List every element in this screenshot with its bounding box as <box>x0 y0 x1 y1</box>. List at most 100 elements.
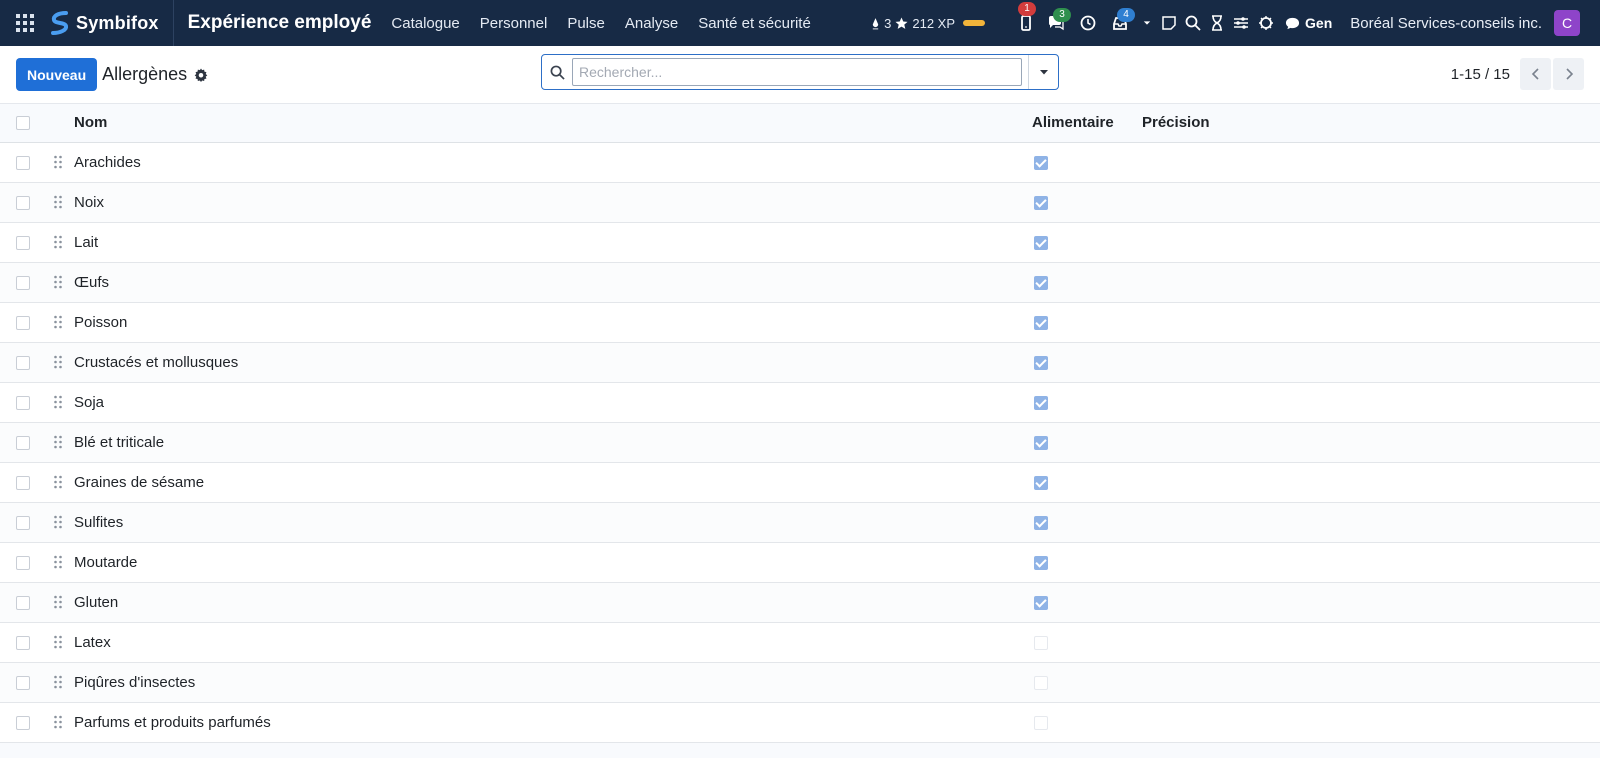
row-name[interactable]: Poisson <box>74 302 1032 342</box>
table-row[interactable]: Arachides <box>0 142 1600 182</box>
table-row[interactable]: Piqûres d'insectes <box>0 662 1600 702</box>
table-row[interactable]: Soja <box>0 382 1600 422</box>
row-precision[interactable] <box>1142 182 1600 222</box>
table-row[interactable]: Moutarde <box>0 542 1600 582</box>
dropdown-systray[interactable] <box>1137 0 1157 46</box>
row-name[interactable]: Moutarde <box>74 542 1032 582</box>
menu-item-analyse[interactable]: Analyse <box>625 15 678 32</box>
row-name[interactable]: Piqûres d'insectes <box>74 662 1032 702</box>
gamification-status[interactable]: 3 212 XP <box>871 16 986 31</box>
row-name[interactable]: Œufs <box>74 262 1032 302</box>
pager-previous-button[interactable] <box>1520 58 1551 90</box>
brand[interactable]: Symbifox <box>50 0 174 46</box>
gear-icon[interactable] <box>194 67 208 82</box>
row-precision[interactable] <box>1142 622 1600 662</box>
row-precision[interactable] <box>1142 502 1600 542</box>
row-select-checkbox[interactable] <box>16 155 30 170</box>
row-name[interactable]: Blé et triticale <box>74 422 1032 462</box>
row-precision[interactable] <box>1142 422 1600 462</box>
row-select-checkbox[interactable] <box>16 635 30 650</box>
table-row[interactable]: Graines de sésame <box>0 462 1600 502</box>
drag-handle-icon[interactable] <box>46 582 74 622</box>
menu-item-personnel[interactable]: Personnel <box>480 15 548 32</box>
row-name[interactable]: Arachides <box>74 142 1032 182</box>
drag-handle-icon[interactable] <box>46 382 74 422</box>
column-header-precision[interactable]: Précision <box>1142 104 1600 142</box>
menu-item-pulse[interactable]: Pulse <box>567 15 605 32</box>
table-row[interactable]: Poisson <box>0 302 1600 342</box>
row-precision[interactable] <box>1142 702 1600 742</box>
row-name[interactable]: Lait <box>74 222 1032 262</box>
chat-systray[interactable]: 3 <box>1039 0 1073 46</box>
gen-ai-button[interactable]: Gen <box>1285 15 1332 31</box>
row-precision[interactable] <box>1142 342 1600 382</box>
drag-handle-icon[interactable] <box>46 302 74 342</box>
row-select-checkbox[interactable] <box>16 355 30 370</box>
table-row[interactable]: Noix <box>0 182 1600 222</box>
search-input[interactable] <box>572 58 1022 86</box>
row-select-checkbox[interactable] <box>16 315 30 330</box>
timer-systray[interactable] <box>1205 0 1229 46</box>
drag-handle-icon[interactable] <box>46 662 74 702</box>
row-select-checkbox[interactable] <box>16 595 30 610</box>
table-row[interactable]: Crustacés et mollusques <box>0 342 1600 382</box>
inbox-systray[interactable]: 4 <box>1103 0 1137 46</box>
row-precision[interactable] <box>1142 542 1600 582</box>
table-row[interactable]: Blé et triticale <box>0 422 1600 462</box>
user-avatar[interactable]: C <box>1554 10 1580 36</box>
drag-handle-icon[interactable] <box>46 462 74 502</box>
drag-handle-icon[interactable] <box>46 182 74 222</box>
table-row[interactable]: Sulfites <box>0 502 1600 542</box>
drag-handle-icon[interactable] <box>46 422 74 462</box>
drag-handle-icon[interactable] <box>46 262 74 302</box>
table-row[interactable]: Gluten <box>0 582 1600 622</box>
company-switcher[interactable]: Boréal Services-conseils inc. <box>1350 15 1542 32</box>
drag-handle-icon[interactable] <box>46 622 74 662</box>
apps-menu-icon[interactable] <box>0 0 50 46</box>
note-systray[interactable] <box>1157 0 1181 46</box>
search-options-toggle[interactable] <box>1028 55 1058 89</box>
table-row[interactable]: Parfums et produits parfumés <box>0 702 1600 742</box>
drag-handle-icon[interactable] <box>46 222 74 262</box>
row-precision[interactable] <box>1142 582 1600 622</box>
row-name[interactable]: Parfums et produits parfumés <box>74 702 1032 742</box>
pager-value[interactable]: 1-15 / 15 <box>1451 66 1510 83</box>
row-select-checkbox[interactable] <box>16 435 30 450</box>
row-select-checkbox[interactable] <box>16 195 30 210</box>
row-precision[interactable] <box>1142 662 1600 702</box>
row-precision[interactable] <box>1142 262 1600 302</box>
row-name[interactable]: Graines de sésame <box>74 462 1032 502</box>
row-precision[interactable] <box>1142 302 1600 342</box>
row-precision[interactable] <box>1142 142 1600 182</box>
row-name[interactable]: Latex <box>74 622 1032 662</box>
menu-item-sante-securite[interactable]: Santé et sécurité <box>698 15 811 32</box>
new-button[interactable]: Nouveau <box>16 58 98 91</box>
phone-systray[interactable]: 1 <box>1013 0 1039 46</box>
app-title[interactable]: Expérience employé <box>174 12 392 34</box>
row-name[interactable]: Noix <box>74 182 1032 222</box>
column-header-name[interactable]: Nom <box>74 104 1032 142</box>
table-row[interactable]: Lait <box>0 222 1600 262</box>
drag-handle-icon[interactable] <box>46 502 74 542</box>
row-select-checkbox[interactable] <box>16 675 30 690</box>
row-select-checkbox[interactable] <box>16 395 30 410</box>
row-select-checkbox[interactable] <box>16 515 30 530</box>
row-precision[interactable] <box>1142 222 1600 262</box>
table-row[interactable]: Latex <box>0 622 1600 662</box>
row-precision[interactable] <box>1142 382 1600 422</box>
table-row[interactable]: Œufs <box>0 262 1600 302</box>
search-systray[interactable] <box>1181 0 1205 46</box>
drag-handle-icon[interactable] <box>46 142 74 182</box>
row-name[interactable]: Crustacés et mollusques <box>74 342 1032 382</box>
row-precision[interactable] <box>1142 462 1600 502</box>
row-name[interactable]: Gluten <box>74 582 1032 622</box>
bug-systray[interactable] <box>1253 0 1279 46</box>
row-select-checkbox[interactable] <box>16 555 30 570</box>
settings-sliders-systray[interactable] <box>1229 0 1253 46</box>
drag-handle-icon[interactable] <box>46 342 74 382</box>
row-name[interactable]: Soja <box>74 382 1032 422</box>
pager-next-button[interactable] <box>1553 58 1584 90</box>
row-select-checkbox[interactable] <box>16 715 30 730</box>
activity-systray[interactable] <box>1073 0 1103 46</box>
drag-handle-icon[interactable] <box>46 702 74 742</box>
